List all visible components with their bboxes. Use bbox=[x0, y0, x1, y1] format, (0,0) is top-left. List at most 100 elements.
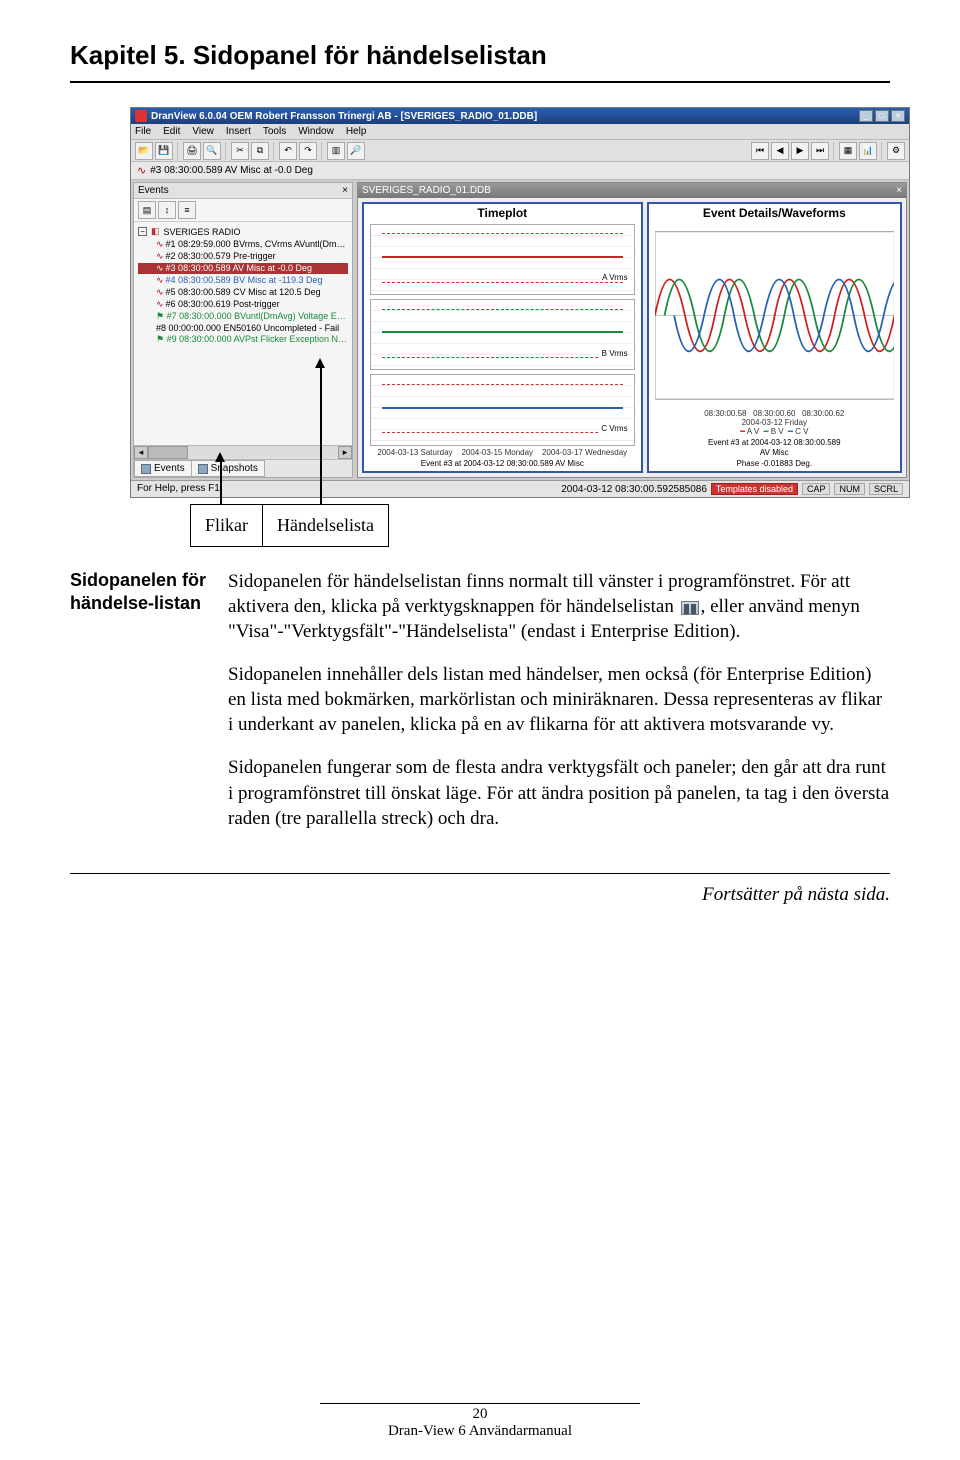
paragraph: Sidopanelen för händelselistan finns nor… bbox=[228, 569, 890, 644]
eventlist-toolbar-icon bbox=[681, 601, 699, 615]
maximize-button[interactable]: □ bbox=[875, 110, 889, 122]
toolbar-cut-icon[interactable]: ✂ bbox=[231, 142, 249, 160]
document-window: SVERIGES_RADIO_01.DDB × Timeplot A Vrms bbox=[357, 182, 907, 478]
page-footer: 20 Dran-View 6 Användarmanual bbox=[0, 1403, 960, 1440]
panel-close-icon[interactable]: × bbox=[342, 185, 348, 196]
waveform-chart[interactable] bbox=[655, 226, 894, 405]
app-icon bbox=[135, 110, 147, 122]
menu-insert[interactable]: Insert bbox=[226, 126, 251, 137]
arrowhead-icon bbox=[215, 452, 225, 462]
toolbar-grid-icon[interactable]: ▦ bbox=[839, 142, 857, 160]
toolbar-main: 📂 💾 🖨 🔍 ✂ ⧉ ↶ ↷ ▥ 🔎 ⏮ ◀ ▶ ⏭ ▦ bbox=[131, 140, 909, 162]
document-close-icon[interactable]: × bbox=[896, 185, 902, 196]
statusbar: For Help, press F1 2004-03-12 08:30:00.5… bbox=[131, 480, 909, 497]
timeplot-panel: Timeplot A Vrms B Vrms bbox=[362, 202, 643, 473]
timeplot-chart-b[interactable]: B Vrms bbox=[370, 299, 635, 370]
toolbar-print-icon[interactable]: 🖨 bbox=[183, 142, 201, 160]
scroll-left-icon[interactable]: ◂ bbox=[134, 446, 148, 459]
tab-snapshots-icon bbox=[198, 464, 208, 474]
waveform-panel: Event Details/Waveforms 08:30:00.58 bbox=[647, 202, 902, 473]
menu-file[interactable]: File bbox=[135, 126, 151, 137]
document-titlebar[interactable]: SVERIGES_RADIO_01.DDB × bbox=[358, 183, 906, 198]
timeplot-chart-a[interactable]: A Vrms bbox=[370, 224, 635, 295]
waveform-legend: ━ A V ━ B V ━ C V bbox=[649, 427, 900, 436]
events-panel-title: Events bbox=[138, 185, 169, 196]
toolbar-preview-icon[interactable]: 🔍 bbox=[203, 142, 221, 160]
event-item[interactable]: ⚑ #9 08:30:00.000 AVPst Flicker Exceptio… bbox=[138, 334, 348, 345]
wave-icon: ∿ bbox=[137, 164, 146, 177]
screenshot: DranView 6.0.04 OEM Robert Fransson Trin… bbox=[130, 107, 910, 498]
paragraph: Sidopanelen fungerar som de flesta andra… bbox=[228, 755, 890, 830]
body-text: Sidopanelen för händelselistan finns nor… bbox=[228, 569, 890, 849]
toolbar-settings-icon[interactable]: ⚙ bbox=[887, 142, 905, 160]
scroll-right-icon[interactable]: ▸ bbox=[338, 446, 352, 459]
waveform-title: Event Details/Waveforms bbox=[649, 204, 900, 222]
menu-view[interactable]: View bbox=[192, 126, 214, 137]
scroll-thumb[interactable] bbox=[148, 446, 188, 459]
status-cap: CAP bbox=[802, 483, 831, 495]
event-item[interactable]: ⚑ #7 08:30:00.000 BVuntl(DmAvg) Voltage … bbox=[138, 311, 348, 322]
waveform-x-ticks: 08:30:00.58 08:30:00.60 08:30:00.62 2004… bbox=[649, 409, 900, 427]
app-window: DranView 6.0.04 OEM Robert Fransson Trin… bbox=[130, 107, 910, 498]
event-item[interactable]: ∿#6 08:30:00.619 Post-trigger bbox=[138, 299, 348, 310]
toolbar-open-icon[interactable]: 📂 bbox=[135, 142, 153, 160]
page-number: 20 bbox=[0, 1406, 960, 1423]
tree-root-label: SVERIGES RADIO bbox=[164, 227, 241, 237]
event-infobar: ∿ #3 08:30:00.589 AV Misc at -0.0 Deg bbox=[131, 162, 909, 180]
status-timestamp: 2004-03-12 08:30:00.592585086 bbox=[561, 484, 707, 495]
toolbar-undo-icon[interactable]: ↶ bbox=[279, 142, 297, 160]
margin-term: Sidopanelen för händelse-listan bbox=[70, 569, 210, 849]
waveform-caption: Event #3 at 2004-03-12 08:30:00.589 AV M… bbox=[649, 436, 900, 471]
event-item[interactable]: ∿#4 08:30:00.589 BV Misc at -119.3 Deg bbox=[138, 275, 348, 286]
heading-rule bbox=[70, 81, 890, 83]
toolbar-panel-icon[interactable]: ▥ bbox=[327, 142, 345, 160]
document-title: SVERIGES_RADIO_01.DDB bbox=[362, 185, 491, 196]
events-panel-toolbar: ▤ ↕ ≡ bbox=[134, 199, 352, 222]
window-title: DranView 6.0.04 OEM Robert Fransson Trin… bbox=[151, 111, 857, 122]
event-item-selected[interactable]: ∿#3 08:30:00.589 AV Misc at -0.0 Deg bbox=[138, 263, 348, 274]
status-templates: Templates disabled bbox=[711, 483, 798, 495]
event-info-text: #3 08:30:00.589 AV Misc at -0.0 Deg bbox=[150, 165, 313, 176]
menu-help[interactable]: Help bbox=[346, 126, 367, 137]
event-item[interactable]: ∿#1 08:29:59.000 BVrms, CVrms AVuntl(DmA… bbox=[138, 239, 348, 250]
events-tool2-icon[interactable]: ↕ bbox=[158, 201, 176, 219]
footer-manual-name: Dran-View 6 Användarmanual bbox=[388, 1423, 572, 1439]
timeplot-chart-c[interactable]: C Vrms bbox=[370, 374, 635, 445]
timeplot-caption: Event #3 at 2004-03-12 08:30:00.589 AV M… bbox=[364, 457, 641, 471]
timeplot-title: Timeplot bbox=[364, 204, 641, 222]
event-item[interactable]: ∿#5 08:30:00.589 CV Misc at 120.5 Deg bbox=[138, 287, 348, 298]
nav-first-icon[interactable]: ⏮ bbox=[751, 142, 769, 160]
tab-events-icon bbox=[141, 464, 151, 474]
events-tool-icon[interactable]: ▤ bbox=[138, 201, 156, 219]
minimize-button[interactable]: _ bbox=[859, 110, 873, 122]
close-button[interactable]: × bbox=[891, 110, 905, 122]
tree-collapse-icon[interactable]: − bbox=[138, 227, 147, 236]
status-num: NUM bbox=[834, 483, 865, 495]
nav-last-icon[interactable]: ⏭ bbox=[811, 142, 829, 160]
toolbar-copy-icon[interactable]: ⧉ bbox=[251, 142, 269, 160]
callout-eventlist: Händelselista bbox=[263, 504, 389, 547]
nav-next-icon[interactable]: ▶ bbox=[791, 142, 809, 160]
events-tool3-icon[interactable]: ≡ bbox=[178, 201, 196, 219]
nav-prev-icon[interactable]: ◀ bbox=[771, 142, 789, 160]
arrowhead-icon bbox=[315, 358, 325, 368]
menu-tools[interactable]: Tools bbox=[263, 126, 286, 137]
toolbar-redo-icon[interactable]: ↷ bbox=[299, 142, 317, 160]
tab-events[interactable]: Events bbox=[134, 460, 192, 477]
timeplot-x-ticks: 2004-03-13 Saturday 2004-03-15 Monday 20… bbox=[364, 448, 641, 457]
toolbar-zoom-icon[interactable]: 🔎 bbox=[347, 142, 365, 160]
paragraph: Sidopanelen innehåller dels listan med h… bbox=[228, 662, 890, 737]
section-rule bbox=[70, 873, 890, 874]
menu-edit[interactable]: Edit bbox=[163, 126, 180, 137]
event-item[interactable]: ∿#2 08:30:00.579 Pre-trigger bbox=[138, 251, 348, 262]
titlebar: DranView 6.0.04 OEM Robert Fransson Trin… bbox=[131, 108, 909, 124]
continue-note: Fortsätter på nästa sida. bbox=[70, 884, 890, 906]
menu-window[interactable]: Window bbox=[298, 126, 334, 137]
toolbar-save-icon[interactable]: 💾 bbox=[155, 142, 173, 160]
event-item[interactable]: #8 00:00:00.000 EN50160 Uncompleted - Fa… bbox=[138, 323, 348, 333]
toolbar-chart-icon[interactable]: 📊 bbox=[859, 142, 877, 160]
tab-snapshots[interactable]: Snapshots bbox=[191, 460, 265, 477]
events-panel-header[interactable]: Events × bbox=[134, 183, 352, 199]
tree-root-icon: ◧ bbox=[151, 226, 160, 237]
menubar: File Edit View Insert Tools Window Help bbox=[131, 124, 909, 140]
